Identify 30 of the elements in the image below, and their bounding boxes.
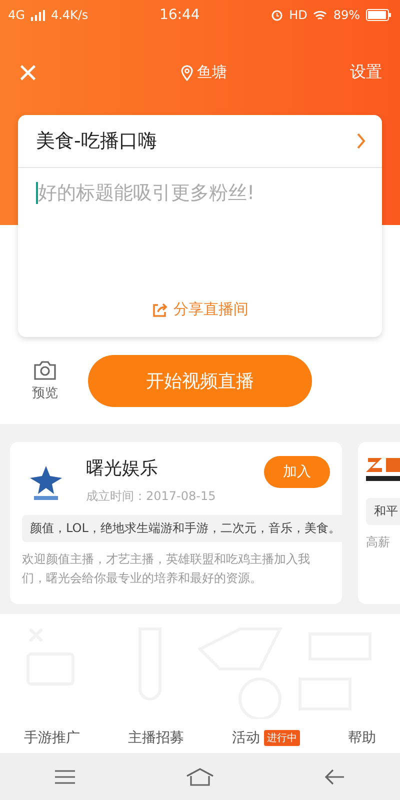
menu-link[interactable]: 帮助 xyxy=(348,729,376,747)
title-input-field[interactable]: 好的标题能吸引更多粉丝! xyxy=(36,182,338,204)
clock-time: 16:44 xyxy=(159,7,200,23)
menu-link[interactable]: 手游推广 xyxy=(24,729,80,747)
home-icon[interactable] xyxy=(186,768,214,786)
menu-link[interactable]: 活动 xyxy=(232,729,260,747)
back-icon[interactable] xyxy=(324,768,345,784)
location-pin-icon xyxy=(181,64,193,80)
guild-card[interactable]: 和平 高薪 xyxy=(358,442,400,604)
menu-link[interactable]: 主播招募 xyxy=(128,729,184,747)
category-label[interactable]: 美食-吃播口嗨 xyxy=(36,128,157,154)
menu-icon[interactable] xyxy=(55,770,76,784)
camera-icon[interactable] xyxy=(34,360,56,380)
preview-label[interactable]: 预览 xyxy=(32,384,58,402)
signal-icon xyxy=(30,10,45,20)
hd-label: HD xyxy=(289,8,308,22)
share-icon xyxy=(152,302,168,318)
chevron-right-icon[interactable] xyxy=(356,133,366,149)
network-speed: 4.4K/s xyxy=(50,8,88,22)
guild-description: 欢迎颜值主播，才艺主播，英雄联盟和吃鸡主播加入我们，曙光会给你最专业的培养和最好的资源。 xyxy=(22,551,311,588)
guild-tags: 和平 xyxy=(366,498,400,525)
status-badge: 进行中 xyxy=(264,730,300,746)
guild-name: 曙光娱乐 xyxy=(86,457,159,480)
battery-icon xyxy=(366,9,392,21)
wifi-icon xyxy=(313,10,328,20)
founded-date: 成立时间：2017-08-15 xyxy=(86,488,217,505)
alarm-icon xyxy=(271,9,284,21)
guild-description: 高薪 xyxy=(366,534,391,551)
network-type: 4G xyxy=(8,8,25,22)
battery-level: 89% xyxy=(333,8,360,22)
